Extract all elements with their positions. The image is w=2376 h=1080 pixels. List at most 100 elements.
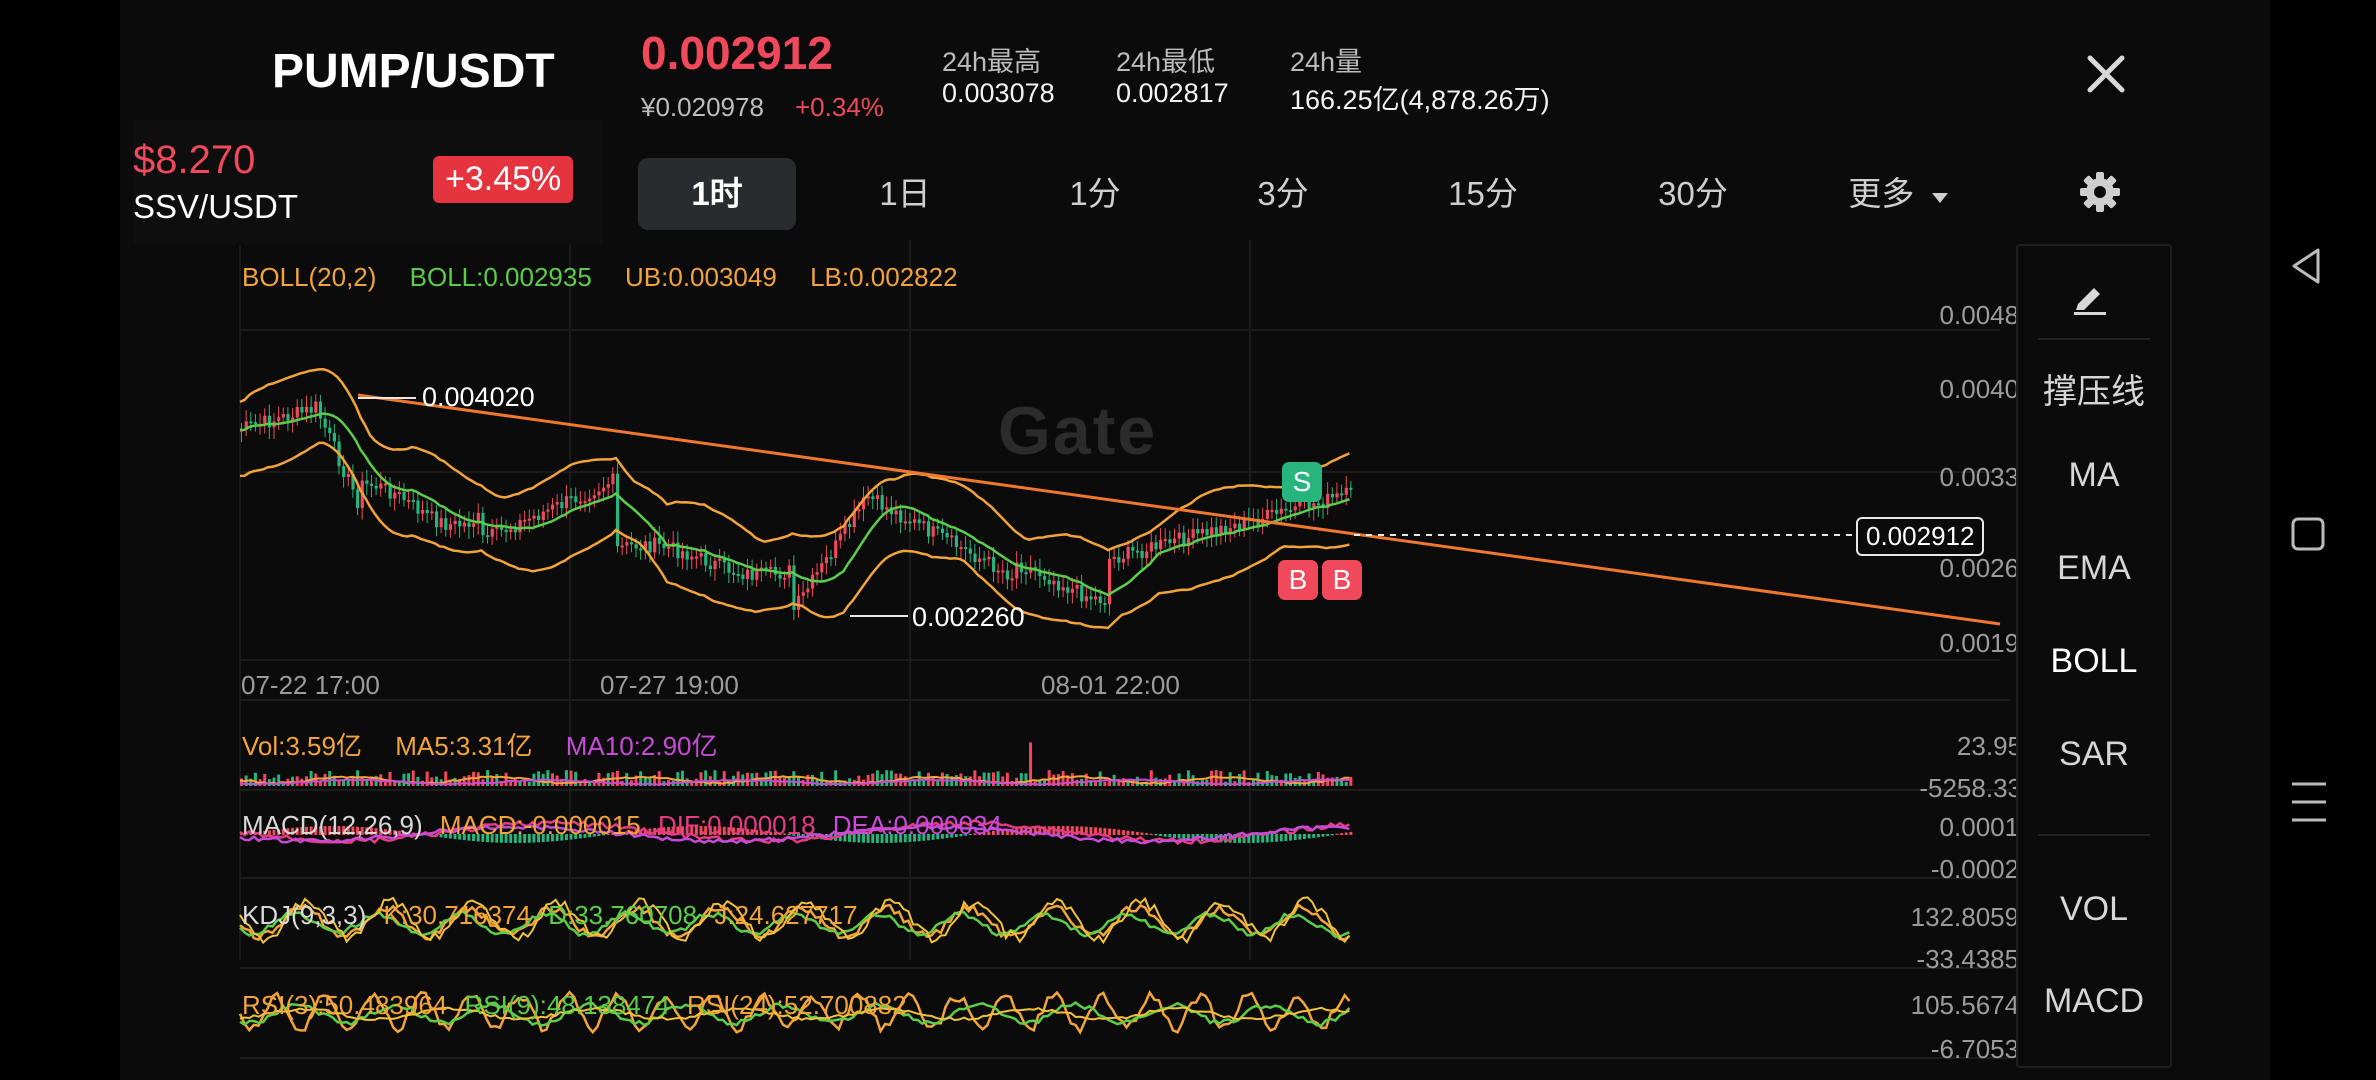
chart-svg[interactable]	[120, 240, 2020, 1060]
candle-body	[486, 535, 490, 538]
candle-body	[453, 520, 457, 525]
sell-marker[interactable]: S	[1282, 462, 1322, 502]
candle-body	[996, 570, 1000, 573]
macd-bar	[1312, 834, 1316, 838]
candle-body	[968, 548, 972, 554]
candle-body	[1279, 508, 1283, 514]
candle-body	[1126, 546, 1130, 559]
macd-legend: MACD(12,26,9) MACD:-0.000015 DIF:0.00001…	[242, 810, 1002, 841]
candle-body	[1191, 529, 1195, 538]
tab-3m[interactable]: 3分	[1204, 158, 1362, 230]
macd-bar	[1279, 834, 1283, 842]
candle-body	[908, 521, 912, 524]
settings-button[interactable]	[2078, 170, 2122, 214]
candle-body	[903, 521, 907, 524]
sidebar-item-sar[interactable]: SAR	[2018, 735, 2170, 774]
candle-body	[1265, 509, 1270, 519]
candle-body	[1149, 542, 1153, 552]
candle-body	[253, 422, 258, 425]
candle-body	[838, 533, 842, 541]
candle-body	[504, 529, 508, 533]
candle-body	[685, 551, 689, 560]
sidebar-item-vol[interactable]: VOL	[2018, 890, 2170, 929]
candle-body	[667, 546, 671, 549]
kdj-d: D:33.760708	[548, 900, 698, 930]
candle-body	[987, 556, 991, 560]
low-value: 0.002817	[1116, 78, 1229, 108]
candle-body	[397, 492, 402, 495]
tab-1h[interactable]: 1时	[638, 158, 796, 230]
close-button[interactable]	[2082, 50, 2130, 98]
kdj-j: J:24.627717	[714, 900, 858, 930]
sidebar-item-macd[interactable]: MACD	[2018, 982, 2170, 1021]
candle-body	[421, 510, 425, 514]
sidebar-item-ema[interactable]: EMA	[2018, 549, 2170, 588]
candle-body	[1098, 596, 1102, 604]
candle-body	[583, 501, 587, 504]
vol-label: 24h量	[1290, 47, 1363, 77]
candle-body	[848, 524, 852, 527]
volume-bar	[1135, 776, 1139, 786]
tab-1d[interactable]: 1日	[826, 158, 984, 230]
nav-back-button[interactable]	[2288, 246, 2328, 286]
candle-body	[286, 414, 290, 421]
buy-marker-1[interactable]: B	[1278, 560, 1318, 600]
boll-lb-value: LB:0.002822	[810, 262, 958, 292]
low-price-label: 0.002260	[912, 602, 1025, 632]
candle-body	[834, 540, 838, 558]
candle-body	[314, 401, 318, 413]
macd-value: MACD:-0.000015	[439, 810, 641, 840]
volume-bar	[546, 770, 550, 786]
candle-body	[1205, 528, 1209, 536]
candle-body	[1070, 588, 1075, 593]
candle-body	[574, 496, 578, 503]
boll-legend: BOLL(20,2) BOLL:0.002935 UB:0.003049 LB:…	[242, 262, 958, 293]
sidebar-item-ma[interactable]: MA	[2018, 456, 2170, 495]
candle-body	[597, 491, 601, 496]
candle-body	[680, 551, 685, 559]
candle-body	[801, 592, 805, 596]
candle-body	[894, 510, 898, 515]
tab-more[interactable]: 更多	[1820, 158, 1978, 230]
candle-body	[462, 522, 466, 527]
volume-bar	[987, 772, 991, 786]
ticker-overlay[interactable]: $8.270 SSV/USDT +3.45%	[133, 120, 603, 245]
back-triangle-icon	[2292, 248, 2320, 284]
volume-bar	[1186, 770, 1190, 786]
volume-bar	[1284, 773, 1288, 786]
candle-body	[653, 537, 657, 553]
candle-body	[1103, 603, 1107, 606]
candle-body	[648, 541, 652, 553]
candle-body	[611, 473, 615, 485]
high-label: 24h最高	[942, 47, 1042, 77]
nav-menu-button[interactable]	[2290, 780, 2328, 824]
candle-body	[732, 572, 736, 575]
menu-icon	[2292, 782, 2326, 822]
candle-body	[713, 560, 717, 570]
candle-body	[926, 521, 931, 537]
macd-bar	[1140, 832, 1144, 835]
candle-body	[1177, 532, 1181, 539]
candle-body	[954, 535, 959, 548]
candle-body	[857, 509, 861, 512]
candle-body	[518, 520, 522, 533]
nav-home-button[interactable]	[2290, 516, 2326, 552]
candle-body	[430, 511, 434, 514]
gear-icon	[2080, 172, 2120, 212]
x-tick-1: 07-22 17:00	[241, 670, 380, 700]
sidebar-item-support[interactable]: 撑压线	[2018, 364, 2170, 413]
tab-15m[interactable]: 15分	[1404, 158, 1562, 230]
sidebar-item-boll[interactable]: BOLL	[2018, 642, 2170, 681]
candle-body	[880, 495, 884, 510]
candle-body	[1066, 587, 1070, 593]
volume-bar	[416, 776, 420, 786]
tab-1m[interactable]: 1分	[1016, 158, 1174, 230]
candle-body	[578, 501, 583, 504]
tab-30m[interactable]: 30分	[1614, 158, 1772, 230]
volume-bar	[866, 774, 870, 786]
volume-bar	[1103, 781, 1107, 786]
buy-marker-2[interactable]: B	[1322, 560, 1362, 600]
draw-button[interactable]	[2068, 274, 2112, 318]
volume-bar	[885, 770, 889, 786]
candle-body	[1172, 538, 1177, 544]
